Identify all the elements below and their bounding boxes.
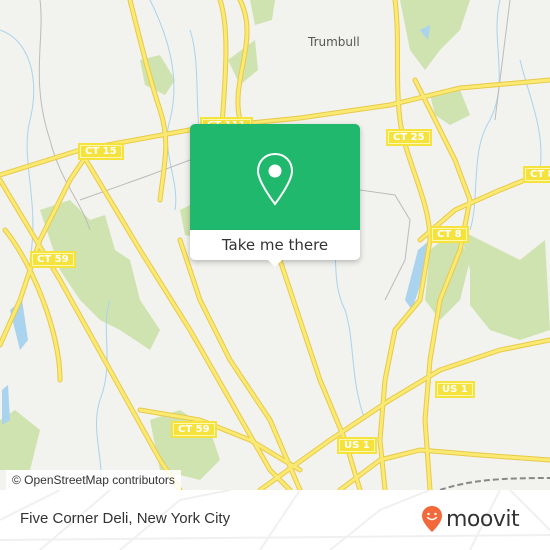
route-shield-ct-25: CT 25 [386, 129, 432, 146]
route-shield-ct-15: CT 15 [78, 143, 124, 160]
route-shield-ct-8: CT 8 [523, 166, 550, 183]
footer-bar: Five Corner Deli, New York City moovit [0, 490, 550, 550]
popup-header [190, 124, 360, 230]
route-shield-us-1: US 1 [337, 437, 377, 454]
route-shield-ct-59: CT 59 [171, 421, 217, 438]
place-name: Five Corner Deli, New York City [20, 510, 231, 527]
route-shield-ct-59: CT 59 [30, 251, 76, 268]
route-shield-ct-8: CT 8 [430, 226, 469, 243]
location-popup: Take me there [190, 124, 360, 267]
town-label-trumbull: Trumbull [308, 35, 360, 49]
location-pin-icon [256, 152, 294, 206]
map-attribution[interactable]: © OpenStreetMap contributors [6, 470, 181, 490]
railway [439, 477, 550, 490]
moovit-logo[interactable]: moovit [421, 500, 520, 538]
take-me-there-button[interactable]: Take me there [190, 230, 360, 260]
moovit-smile-pin-icon [422, 506, 442, 532]
moovit-wordmark: moovit [446, 506, 520, 532]
route-shield-us-1: US 1 [435, 381, 475, 398]
popup-pointer [268, 260, 282, 267]
map-view[interactable]: Trumbull CT 111 CT 15 CT 25 CT 8 CT 8 CT… [0, 0, 550, 490]
